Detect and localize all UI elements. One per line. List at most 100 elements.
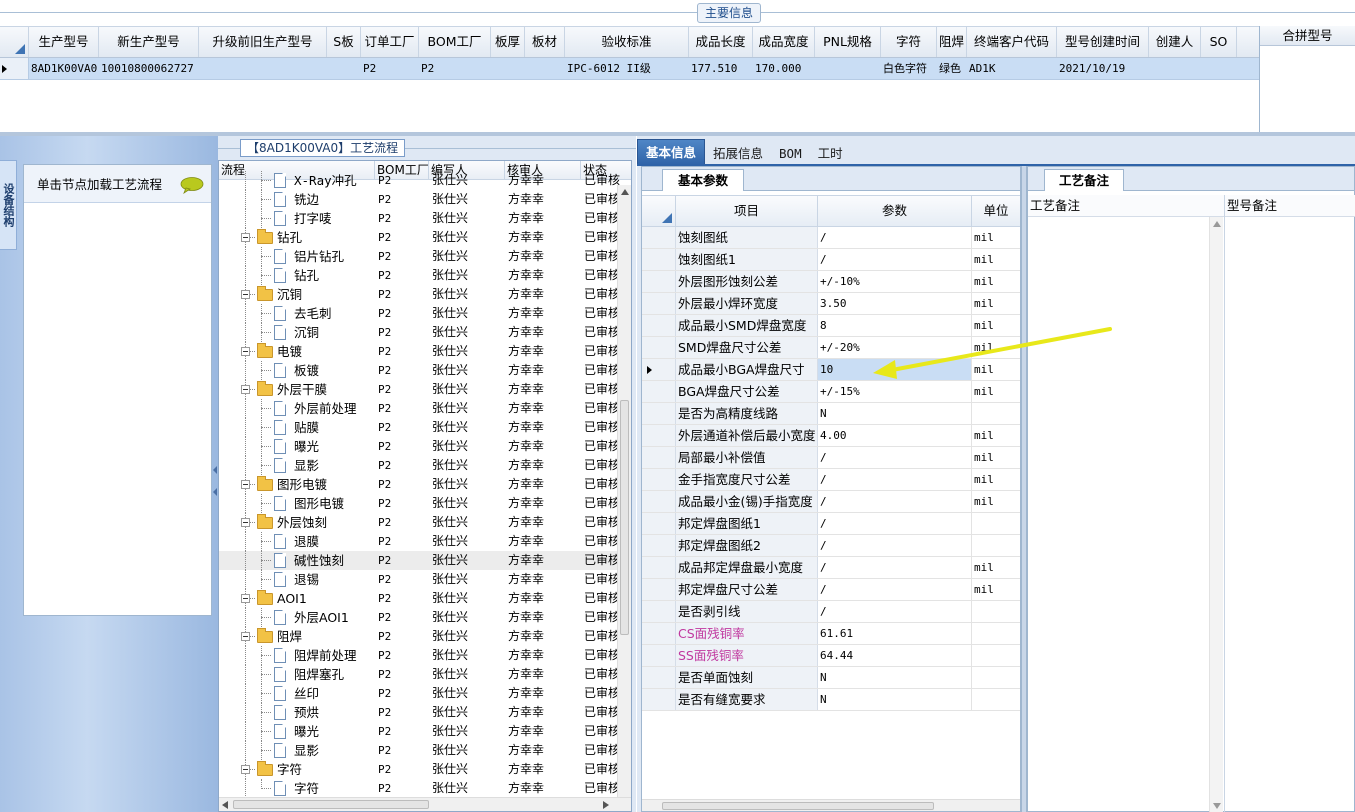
param-value-cell[interactable]: / <box>818 557 972 578</box>
tree-step-row[interactable]: 显影 P2 张仕兴 方幸幸 已审核 <box>219 741 631 760</box>
col-header[interactable]: 板材 <box>525 27 565 57</box>
col-header[interactable]: 终端客户代码 <box>967 27 1057 57</box>
grid-cell[interactable]: 白色字符 <box>881 58 937 79</box>
param-row[interactable]: 成品邦定焊盘最小宽度 / mil <box>642 557 1020 579</box>
scroll-up-icon[interactable] <box>621 189 629 195</box>
tree-step-row[interactable]: 退膜 P2 张仕兴 方幸幸 已审核 <box>219 532 631 551</box>
collapse-toggle-icon[interactable] <box>241 347 250 356</box>
tree-folder-row[interactable]: 字符 P2 张仕兴 方幸幸 已审核 <box>219 760 631 779</box>
col-header[interactable]: SO <box>1201 27 1237 57</box>
param-value-cell[interactable]: N <box>818 667 972 688</box>
col-header[interactable]: S板 <box>327 27 361 57</box>
param-row[interactable]: 外层图形蚀刻公差 +/-10% mil <box>642 271 1020 293</box>
tree-step-row[interactable]: 丝印 P2 张仕兴 方幸幸 已审核 <box>219 684 631 703</box>
col-header[interactable]: 字符 <box>881 27 937 57</box>
param-row[interactable]: SMD焊盘尺寸公差 +/-20% mil <box>642 337 1020 359</box>
param-value-cell[interactable]: / <box>818 249 972 270</box>
tree-step-row[interactable]: 钻孔 P2 张仕兴 方幸幸 已审核 <box>219 266 631 285</box>
tree-step-row[interactable]: 铣边 P2 张仕兴 方幸幸 已审核 <box>219 190 631 209</box>
param-row[interactable]: 蚀刻图纸1/mil <box>642 249 1020 271</box>
col-header[interactable]: 升级前旧生产型号 <box>199 27 327 57</box>
param-value-cell[interactable]: / <box>818 601 972 622</box>
param-value-cell[interactable]: / <box>818 491 972 512</box>
collapse-toggle-icon[interactable] <box>241 233 250 242</box>
tree-step-row[interactable]: 字符 P2 张仕兴 方幸幸 已审核 <box>219 779 631 798</box>
grid-cell[interactable] <box>1201 58 1237 79</box>
tree-node[interactable]: 曝光 <box>219 722 375 741</box>
param-value-cell[interactable]: N <box>818 403 972 424</box>
param-value-cell[interactable]: / <box>818 227 972 248</box>
param-value-cell[interactable]: 61.61 <box>818 623 972 644</box>
col-header[interactable]: 创建人 <box>1149 27 1201 57</box>
collapse-toggle-icon[interactable] <box>241 765 250 774</box>
grid-cell[interactable]: 绿色 <box>937 58 967 79</box>
tab-process-notes[interactable]: 工艺备注 <box>1044 169 1124 191</box>
grid-cell[interactable] <box>491 58 525 79</box>
tree-node[interactable]: 铣边 <box>219 190 375 209</box>
tree-folder-row[interactable]: 阻焊 P2 张仕兴 方幸幸 已审核 <box>219 627 631 646</box>
param-row[interactable]: 成品最小SMD焊盘宽度 8 mil <box>642 315 1020 337</box>
tree-node[interactable]: 显影 <box>219 456 375 475</box>
param-value-cell[interactable]: / <box>818 579 972 600</box>
col-header[interactable]: 成品长度 <box>689 27 753 57</box>
grid-cell[interactable] <box>199 58 327 79</box>
tree-node[interactable]: 外层干膜 <box>219 380 375 399</box>
grid-cell[interactable]: AD1K <box>967 58 1057 79</box>
grid-cell[interactable] <box>525 58 565 79</box>
tree-step-row[interactable]: 图形电镀 P2 张仕兴 方幸幸 已审核 <box>219 494 631 513</box>
param-value-cell[interactable]: 8 <box>818 315 972 336</box>
tree-step-row[interactable]: 显影 P2 张仕兴 方幸幸 已审核 <box>219 456 631 475</box>
param-value-cell[interactable]: / <box>818 513 972 534</box>
col-header[interactable]: 订单工厂 <box>361 27 419 57</box>
tree-node[interactable]: 图形电镀 <box>219 475 375 494</box>
param-value-cell[interactable]: 4.00 <box>818 425 972 446</box>
param-row[interactable]: 是否为高精度线路 N <box>642 403 1020 425</box>
param-value-cell[interactable]: / <box>818 535 972 556</box>
param-value-cell[interactable]: / <box>818 469 972 490</box>
tree-horizontal-thumb[interactable] <box>233 800 429 809</box>
tree-folder-row[interactable]: 钻孔 P2 张仕兴 方幸幸 已审核 <box>219 228 631 247</box>
grid-cell[interactable]: 2021/10/19 <box>1057 58 1149 79</box>
tab-basic-params[interactable]: 基本参数 <box>662 169 744 191</box>
tab-extended-info[interactable]: 拓展信息 <box>705 142 771 165</box>
tree-folder-row[interactable]: 外层蚀刻 P2 张仕兴 方幸幸 已审核 <box>219 513 631 532</box>
param-value-cell[interactable]: N <box>818 689 972 710</box>
param-value-cell[interactable]: 64.44 <box>818 645 972 666</box>
tree-node[interactable]: 曝光 <box>219 437 375 456</box>
tree-step-row[interactable]: 预烘 P2 张仕兴 方幸幸 已审核 <box>219 703 631 722</box>
col-header[interactable]: BOM工厂 <box>419 27 491 57</box>
tree-node[interactable]: AOI1 <box>219 589 375 608</box>
tree-step-row[interactable]: 碱性蚀刻 P2 张仕兴 方幸幸 已审核 <box>219 551 631 570</box>
tree-node[interactable]: 碱性蚀刻 <box>219 551 375 570</box>
param-row[interactable]: 是否有缝宽要求 N <box>642 689 1020 711</box>
tree-node[interactable]: 阻焊塞孔 <box>219 665 375 684</box>
tree-node[interactable]: 阻焊 <box>219 627 375 646</box>
param-value-cell[interactable]: +/-15% <box>818 381 972 402</box>
col-header[interactable]: 生产型号 <box>29 27 99 57</box>
param-value-cell[interactable]: 10 <box>818 359 972 380</box>
tab-bom[interactable]: BOM <box>771 142 810 165</box>
tree-step-row[interactable]: 外层前处理 P2 张仕兴 方幸幸 已审核 <box>219 399 631 418</box>
grid-cell[interactable]: 170.000 <box>753 58 815 79</box>
collapse-toggle-icon[interactable] <box>241 518 250 527</box>
param-row[interactable]: 外层最小焊环宽度 3.50 mil <box>642 293 1020 315</box>
tree-node[interactable]: 外层蚀刻 <box>219 513 375 532</box>
vertical-tab-equipment[interactable]: 设备结构 <box>0 160 17 250</box>
tree-step-row[interactable]: 板镀 P2 张仕兴 方幸幸 已审核 <box>219 361 631 380</box>
tree-node[interactable]: 外层AOI1 <box>219 608 375 627</box>
tree-node[interactable]: 铝片钻孔 <box>219 247 375 266</box>
grid-cell[interactable] <box>1149 58 1201 79</box>
tree-node[interactable]: 字符 <box>219 760 375 779</box>
param-value-cell[interactable]: +/-10% <box>818 271 972 292</box>
param-row[interactable]: 局部最小补偿值 / mil <box>642 447 1020 469</box>
tree-node[interactable]: 沉铜 <box>219 285 375 304</box>
grid-cell[interactable] <box>815 58 881 79</box>
tree-node[interactable]: 显影 <box>219 741 375 760</box>
tab-basic-info[interactable]: 基本信息 <box>637 139 706 165</box>
tree-step-row[interactable]: 退锡 P2 张仕兴 方幸幸 已审核 <box>219 570 631 589</box>
tree-folder-row[interactable]: 外层干膜 P2 张仕兴 方幸幸 已审核 <box>219 380 631 399</box>
tree-step-row[interactable]: 沉铜 P2 张仕兴 方幸幸 已审核 <box>219 323 631 342</box>
tree-node[interactable]: 丝印 <box>219 684 375 703</box>
tree-node[interactable]: 打字唛 <box>219 209 375 228</box>
collapse-toggle-icon[interactable] <box>241 632 250 641</box>
